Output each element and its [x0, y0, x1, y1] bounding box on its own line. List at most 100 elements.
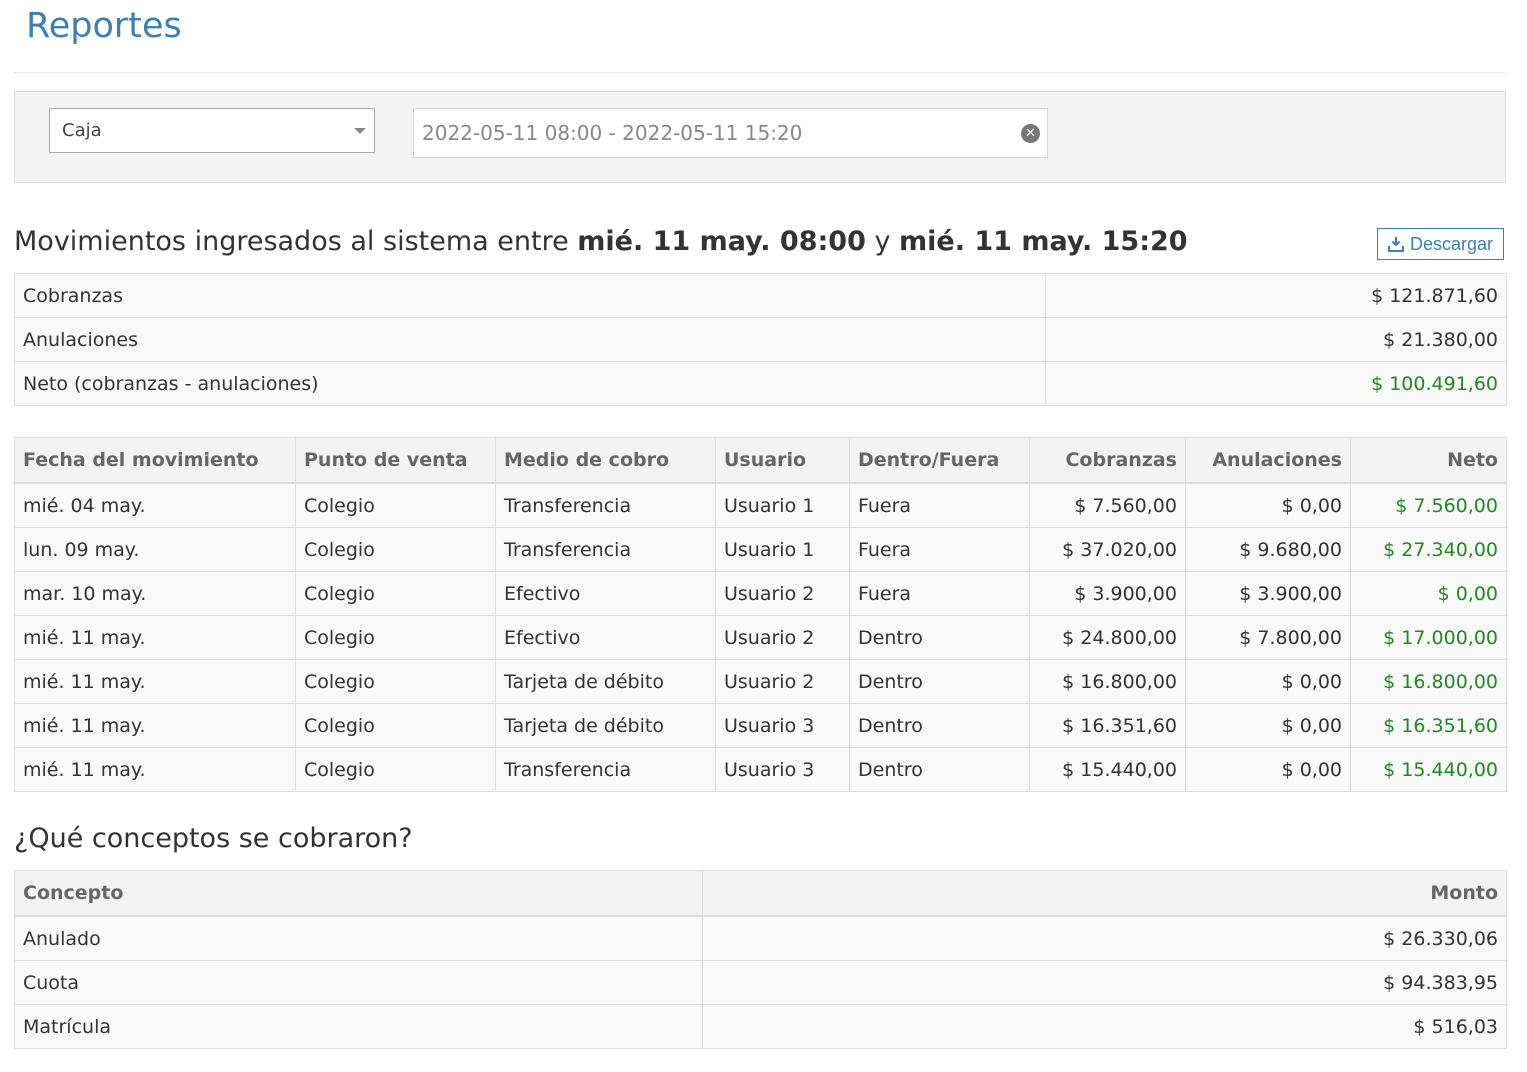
page-title: Reportes: [26, 6, 182, 46]
table-cell: Tarjeta de débito: [495, 703, 716, 748]
column-header: Dentro/Fuera: [849, 437, 1030, 484]
movements-heading-connector: y: [865, 226, 900, 257]
concepts-table: Concepto Monto Anulado $ 26.330,06 Cuota $ 9…: [14, 870, 1507, 1049]
summary-label: Neto (cobranzas - anulaciones): [14, 361, 1046, 406]
movements-heading-start: mié. 11 may. 08:00: [577, 226, 866, 257]
table-cell: Colegio: [295, 615, 496, 660]
table-cell: Efectivo: [495, 571, 716, 616]
download-button-label: Descargar: [1409, 233, 1494, 254]
table-cell: $ 15.440,00: [1029, 747, 1186, 792]
table-cell: Dentro: [849, 659, 1030, 704]
table-cell: $ 516,03: [702, 1004, 1507, 1049]
table-cell: $ 0,00: [1185, 482, 1351, 528]
title-divider: [14, 72, 1506, 73]
report-type-select[interactable]: Caja: [49, 108, 375, 153]
table-cell: Usuario 2: [715, 659, 850, 704]
table-cell: $ 7.560,00: [1029, 482, 1186, 528]
table-row: Cuota $ 94.383,95: [14, 960, 1507, 1005]
movements-heading-end: mié. 11 may. 15:20: [899, 226, 1188, 257]
table-cell: lun. 09 may.: [14, 527, 296, 572]
summary-row: Neto (cobranzas - anulaciones) $ 100.491,…: [14, 361, 1507, 406]
table-cell: $ 7.800,00: [1185, 615, 1351, 660]
column-header: Anulaciones: [1185, 437, 1351, 484]
date-range-input[interactable]: 2022-05-11 08:00 - 2022-05-11 15:20 ✕: [413, 108, 1048, 158]
table-cell: Usuario 3: [715, 703, 850, 748]
table-cell: $ 0,00: [1185, 703, 1351, 748]
table-cell: $ 24.800,00: [1029, 615, 1186, 660]
table-cell: Usuario 2: [715, 615, 850, 660]
table-cell: Transferencia: [495, 747, 716, 792]
table-cell: Efectivo: [495, 615, 716, 660]
table-cell: mié. 11 may.: [14, 615, 296, 660]
table-cell: $ 16.800,00: [1350, 659, 1507, 704]
table-row: mié. 04 may. Colegio Transferencia Usuario …: [14, 482, 1507, 528]
summary-value: $ 121.871,60: [1045, 273, 1507, 318]
summary-row: Cobranzas $ 121.871,60: [14, 273, 1507, 318]
column-header: Fecha del movimiento: [14, 437, 296, 484]
table-cell: $ 9.680,00: [1185, 527, 1351, 572]
column-header: Concepto: [14, 870, 703, 917]
column-header: Neto: [1350, 437, 1507, 484]
table-cell: $ 16.351,60: [1350, 703, 1507, 748]
table-row: mié. 11 may. Colegio Transferencia Usuario …: [14, 747, 1507, 792]
table-row: Anulado $ 26.330,06: [14, 915, 1507, 961]
table-cell: Usuario 1: [715, 482, 850, 528]
table-cell: Matrícula: [14, 1004, 703, 1049]
table-cell: Tarjeta de débito: [495, 659, 716, 704]
table-row: mar. 10 may. Colegio Efectivo Usuario 2 Fuer…: [14, 571, 1507, 616]
table-cell: Transferencia: [495, 527, 716, 572]
clear-icon[interactable]: ✕: [1021, 124, 1040, 143]
table-cell: $ 0,00: [1185, 659, 1351, 704]
table-cell: Fuera: [849, 527, 1030, 572]
date-range-value: 2022-05-11 08:00 - 2022-05-11 15:20: [422, 121, 803, 145]
summary-row: Anulaciones $ 21.380,00: [14, 317, 1507, 362]
summary-value: $ 100.491,60: [1045, 361, 1507, 406]
report-type-value: Caja: [62, 120, 102, 141]
table-cell: mié. 11 may.: [14, 747, 296, 792]
table-cell: Dentro: [849, 703, 1030, 748]
table-cell: mié. 11 may.: [14, 659, 296, 704]
movements-heading-prefix: Movimientos ingresados al sistema entre: [14, 226, 578, 257]
movements-table: Fecha del movimiento Punto de venta Medio …: [14, 437, 1507, 792]
table-cell: Usuario 2: [715, 571, 850, 616]
table-cell: $ 3.900,00: [1185, 571, 1351, 616]
summary-label: Cobranzas: [14, 273, 1046, 318]
table-cell: mié. 04 may.: [14, 482, 296, 528]
table-cell: $ 27.340,00: [1350, 527, 1507, 572]
chevron-down-icon: [354, 128, 366, 134]
table-cell: $ 0,00: [1350, 571, 1507, 616]
table-cell: Cuota: [14, 960, 703, 1005]
table-row: mié. 11 may. Colegio Efectivo Usuario 2 Dent…: [14, 615, 1507, 660]
table-cell: $ 16.351,60: [1029, 703, 1186, 748]
table-cell: Usuario 3: [715, 747, 850, 792]
table-cell: $ 26.330,06: [702, 915, 1507, 961]
summary-table: Cobranzas $ 121.871,60 Anulaciones $ 21.380…: [14, 273, 1507, 406]
table-cell: Colegio: [295, 659, 496, 704]
summary-label: Anulaciones: [14, 317, 1046, 362]
table-row: Matrícula $ 516,03: [14, 1004, 1507, 1049]
column-header: Monto: [702, 870, 1507, 917]
table-cell: Anulado: [14, 915, 703, 961]
table-cell: Colegio: [295, 703, 496, 748]
table-row: mié. 11 may. Colegio Tarjeta de débito Usua…: [14, 703, 1507, 748]
table-cell: $ 17.000,00: [1350, 615, 1507, 660]
concepts-heading: ¿Qué conceptos se cobraron?: [14, 823, 413, 854]
column-header: Punto de venta: [295, 437, 496, 484]
table-cell: $ 3.900,00: [1029, 571, 1186, 616]
table-cell: mié. 11 may.: [14, 703, 296, 748]
table-cell: $ 7.560,00: [1350, 482, 1507, 528]
table-cell: Usuario 1: [715, 527, 850, 572]
table-cell: Dentro: [849, 615, 1030, 660]
table-cell: $ 0,00: [1185, 747, 1351, 792]
table-cell: mar. 10 may.: [14, 571, 296, 616]
column-header: Usuario: [715, 437, 850, 484]
table-cell: Dentro: [849, 747, 1030, 792]
table-cell: $ 37.020,00: [1029, 527, 1186, 572]
download-button[interactable]: Descargar: [1377, 228, 1504, 260]
table-cell: Fuera: [849, 482, 1030, 528]
table-cell: $ 94.383,95: [702, 960, 1507, 1005]
table-cell: Colegio: [295, 527, 496, 572]
table-cell: Fuera: [849, 571, 1030, 616]
summary-value: $ 21.380,00: [1045, 317, 1507, 362]
table-cell: $ 15.440,00: [1350, 747, 1507, 792]
